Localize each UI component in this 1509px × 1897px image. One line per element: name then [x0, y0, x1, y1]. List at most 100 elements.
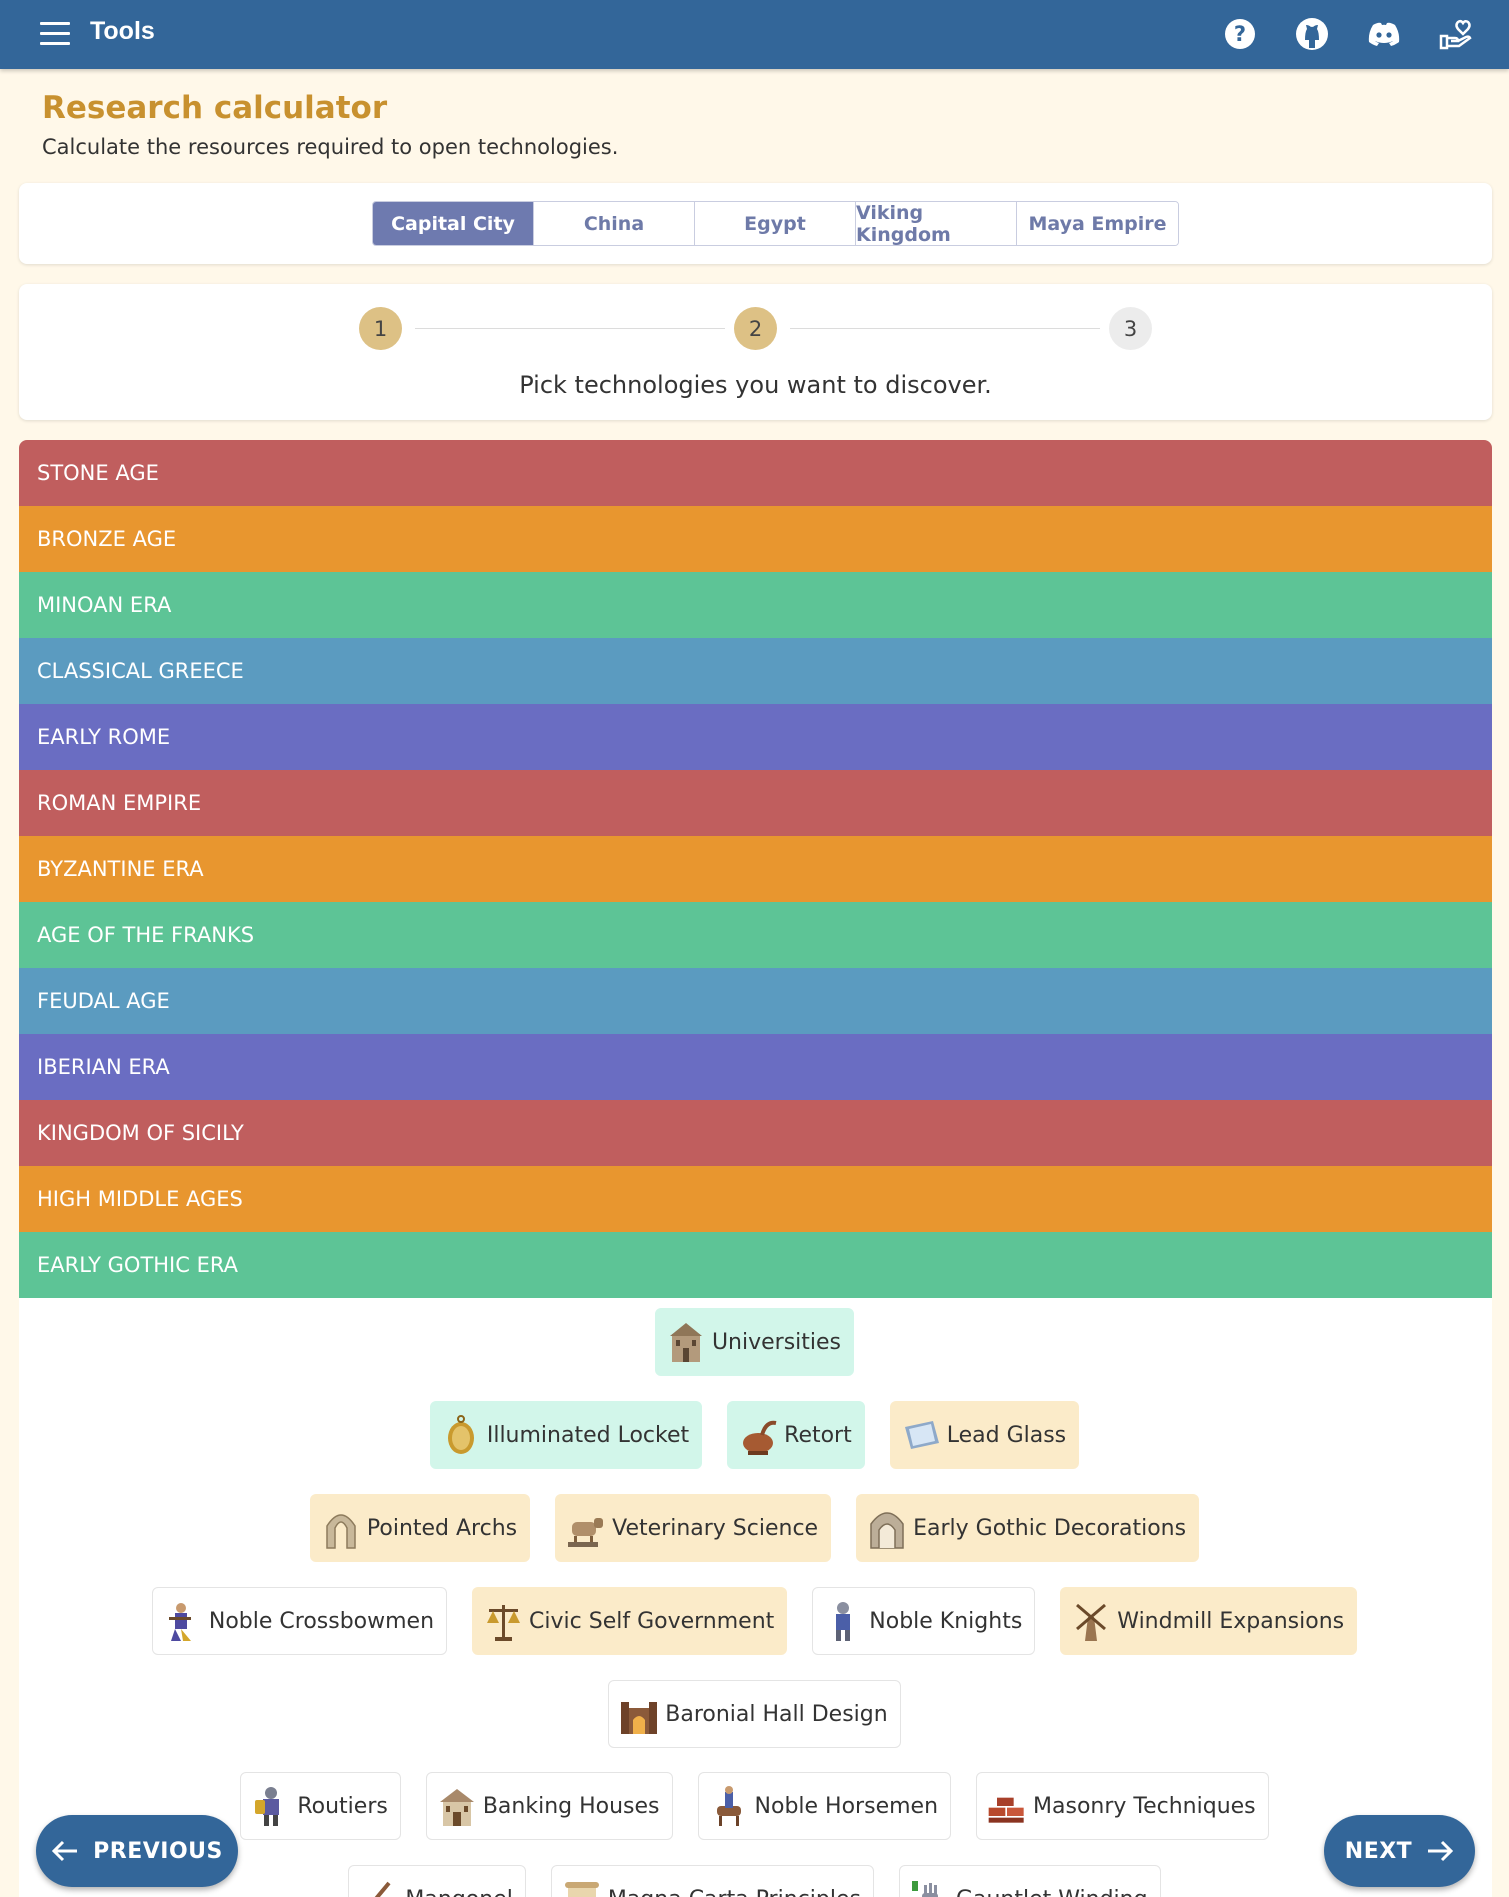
tech-noble-horsemen[interactable]: Noble Horsemen	[697, 1772, 952, 1840]
tech-illuminated-locket[interactable]: Illuminated Locket	[429, 1401, 703, 1469]
tech-mangonel[interactable]: Mangonel	[348, 1865, 526, 1897]
technology-row: Noble Crossbowmen Civic Self Government No…	[0, 1587, 1509, 1655]
glass-icon	[901, 1412, 941, 1458]
bank-icon	[437, 1783, 477, 1829]
city-tabs-card: Capital City China Egypt Viking Kingdom …	[19, 183, 1492, 264]
crossbowman-icon	[163, 1598, 203, 1644]
tech-early-gothic-decorations[interactable]: Early Gothic Decorations	[856, 1494, 1200, 1562]
tech-label: Lead Glass	[946, 1422, 1067, 1448]
tab-capital-city[interactable]: Capital City	[373, 202, 534, 245]
city-tabs: Capital City China Egypt Viking Kingdom …	[372, 201, 1179, 246]
tech-label: Routiers	[297, 1793, 388, 1819]
donate-hand-heart-icon[interactable]	[1438, 16, 1474, 52]
era-early-gothic-era[interactable]: EARLY GOTHIC ERA	[19, 1232, 1492, 1298]
tech-label: Noble Knights	[869, 1608, 1023, 1634]
tech-civic-self-government[interactable]: Civic Self Government	[472, 1587, 788, 1655]
tech-label: Universities	[711, 1329, 842, 1355]
retort-icon	[738, 1412, 778, 1458]
scroll-icon	[562, 1876, 602, 1897]
era-stone-age[interactable]: STONE AGE	[19, 440, 1492, 506]
technology-row: Universities	[0, 1308, 1509, 1376]
tech-label: Noble Crossbowmen	[208, 1608, 435, 1634]
tech-label: Mangonel	[405, 1887, 512, 1897]
gothic-icon	[867, 1505, 907, 1551]
soldier-icon	[251, 1783, 291, 1829]
tech-universities[interactable]: Universities	[654, 1308, 855, 1376]
step-connector	[790, 328, 1100, 329]
tech-windmill-expansions[interactable]: Windmill Expansions	[1060, 1587, 1358, 1655]
tech-routiers[interactable]: Routiers	[240, 1772, 401, 1840]
top-app-bar: Tools ?	[0, 0, 1509, 69]
horseman-icon	[709, 1783, 749, 1829]
tech-banking-houses[interactable]: Banking Houses	[425, 1772, 673, 1840]
era-byzantine-era[interactable]: BYZANTINE ERA	[19, 836, 1492, 902]
tab-viking-kingdom[interactable]: Viking Kingdom	[856, 202, 1017, 245]
page-subtitle: Calculate the resources required to open…	[42, 135, 619, 159]
arch-icon	[321, 1505, 361, 1551]
tech-label: Early Gothic Decorations	[913, 1515, 1187, 1541]
university-icon	[666, 1319, 706, 1365]
era-iberian-era[interactable]: IBERIAN ERA	[19, 1034, 1492, 1100]
step-1[interactable]: 1	[359, 307, 402, 350]
era-feudal-age[interactable]: FEUDAL AGE	[19, 968, 1492, 1034]
hamburger-menu-icon[interactable]	[40, 22, 70, 46]
tech-label: Banking Houses	[482, 1793, 660, 1819]
cow-icon	[566, 1505, 606, 1551]
windmill-icon	[1071, 1598, 1111, 1644]
svg-text:?: ?	[1234, 22, 1246, 46]
tab-egypt[interactable]: Egypt	[695, 202, 856, 245]
tech-label: Magna Carta Principles	[608, 1887, 861, 1897]
tech-label: Illuminated Locket	[486, 1422, 690, 1448]
tech-veterinary-science[interactable]: Veterinary Science	[555, 1494, 832, 1562]
tab-china[interactable]: China	[534, 202, 695, 245]
era-bronze-age[interactable]: BRONZE AGE	[19, 506, 1492, 572]
scales-icon	[483, 1598, 523, 1644]
previous-label: PREVIOUS	[93, 1838, 223, 1864]
step-3[interactable]: 3	[1109, 307, 1152, 350]
era-high-middle-ages[interactable]: HIGH MIDDLE AGES	[19, 1166, 1492, 1232]
hall-icon	[619, 1691, 659, 1737]
era-kingdom-of-sicily[interactable]: KINGDOM OF SICILY	[19, 1100, 1492, 1166]
tech-label: Veterinary Science	[612, 1515, 819, 1541]
tech-pointed-archs[interactable]: Pointed Archs	[309, 1494, 531, 1562]
step-caption: Pick technologies you want to discover.	[519, 371, 992, 399]
tech-masonry-techniques[interactable]: Masonry Techniques	[976, 1772, 1269, 1840]
step-2[interactable]: 2	[734, 307, 777, 350]
tech-magna-carta-principles[interactable]: Magna Carta Principles	[550, 1865, 874, 1897]
tech-label: Retort	[784, 1422, 852, 1448]
knight-icon	[823, 1598, 863, 1644]
page-title: Research calculator	[42, 90, 388, 126]
next-label: NEXT	[1344, 1838, 1413, 1864]
tech-lead-glass[interactable]: Lead Glass	[889, 1401, 1080, 1469]
tech-retort[interactable]: Retort	[727, 1401, 865, 1469]
stepper-card: 1 2 3 Pick technologies you want to disc…	[19, 284, 1492, 420]
era-classical-greece[interactable]: CLASSICAL GREECE	[19, 638, 1492, 704]
tech-label: Pointed Archs	[366, 1515, 518, 1541]
era-early-rome[interactable]: EARLY ROME	[19, 704, 1492, 770]
discord-icon[interactable]	[1366, 16, 1402, 52]
previous-button[interactable]: PREVIOUS	[36, 1815, 238, 1887]
tab-maya-empire[interactable]: Maya Empire	[1017, 202, 1178, 245]
tech-label: Civic Self Government	[529, 1608, 775, 1634]
tech-baronial-hall-design[interactable]: Baronial Hall Design	[608, 1680, 901, 1748]
era-roman-empire[interactable]: ROMAN EMPIRE	[19, 770, 1492, 836]
next-button[interactable]: NEXT	[1324, 1815, 1475, 1887]
technology-row: Illuminated Locket Retort Lead Glass	[0, 1401, 1509, 1469]
tech-noble-knights[interactable]: Noble Knights	[812, 1587, 1036, 1655]
era-minoan-era[interactable]: MINOAN ERA	[19, 572, 1492, 638]
era-list: STONE AGE BRONZE AGE MINOAN ERA CLASSICAL G…	[19, 440, 1492, 1298]
tech-gauntlet-winding[interactable]: Gauntlet Winding	[898, 1865, 1161, 1897]
tech-label: Windmill Expansions	[1117, 1608, 1345, 1634]
technology-row: Baronial Hall Design	[0, 1680, 1509, 1748]
catapult-icon	[359, 1876, 399, 1897]
arrow-right-icon	[1428, 1840, 1454, 1862]
era-age-of-the-franks[interactable]: AGE OF THE FRANKS	[19, 902, 1492, 968]
gauntlet-icon	[910, 1876, 950, 1897]
tech-label: Baronial Hall Design	[665, 1701, 888, 1727]
tech-label: Gauntlet Winding	[956, 1887, 1148, 1897]
github-icon[interactable]	[1294, 16, 1330, 52]
technology-row: Pointed Archs Veterinary Science Early Got…	[0, 1494, 1509, 1562]
tech-noble-crossbowmen[interactable]: Noble Crossbowmen	[151, 1587, 448, 1655]
help-icon[interactable]: ?	[1222, 16, 1258, 52]
tech-label: Masonry Techniques	[1033, 1793, 1256, 1819]
